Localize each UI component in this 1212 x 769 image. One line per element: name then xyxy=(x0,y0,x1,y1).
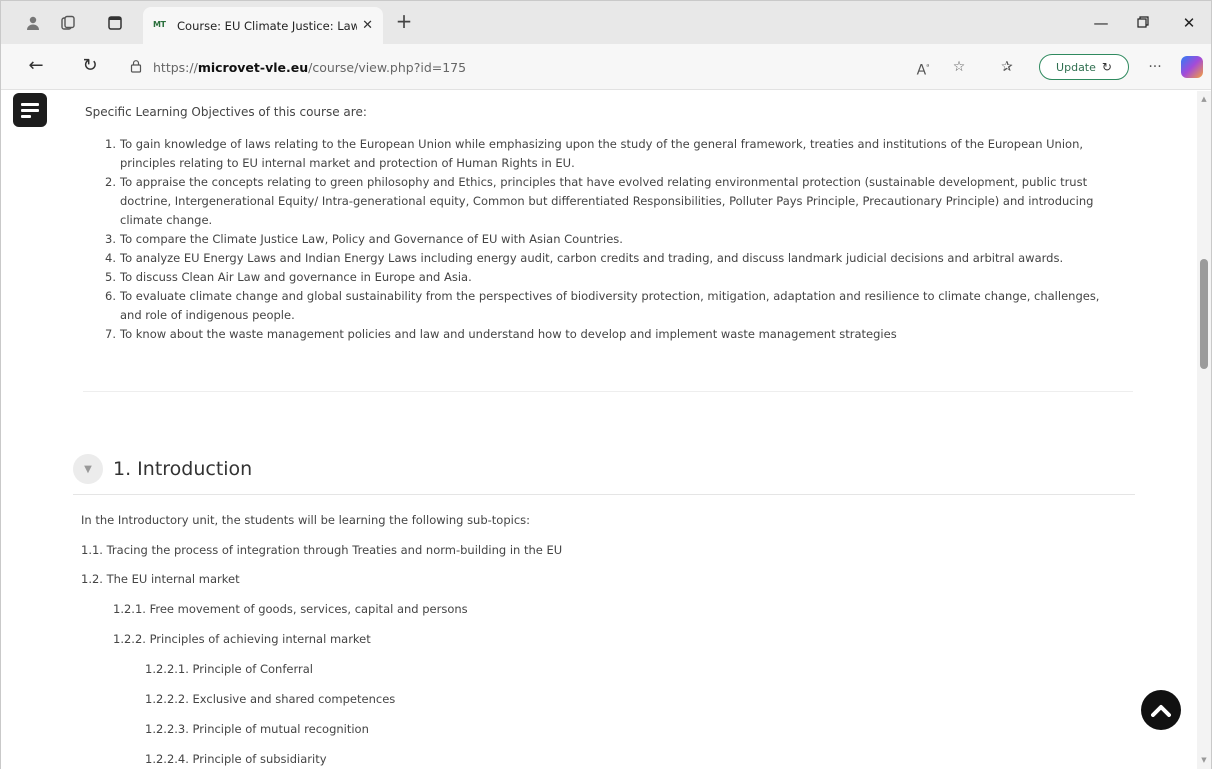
topic-item: 1.2.2. Principles of achieving internal … xyxy=(113,632,371,646)
objectives-list: 1. To gain knowledge of laws relating to … xyxy=(105,135,1120,344)
refresh-button[interactable]: ↻ xyxy=(79,56,101,78)
update-label: Update xyxy=(1056,60,1096,74)
course-index-drawer-button[interactable] xyxy=(13,93,47,127)
section-intro: In the Introductory unit, the students w… xyxy=(81,513,531,527)
scroll-down-icon[interactable]: ▼ xyxy=(1200,756,1208,764)
address-bar-row: ← ↻ https://microvet-vle.eu/course/view.… xyxy=(1,44,1211,90)
section-title[interactable]: 1. Introduction xyxy=(113,458,252,480)
minimize-icon[interactable]: — xyxy=(1091,13,1111,33)
address-bar[interactable]: https://microvet-vle.eu/course/view.php?… xyxy=(121,52,991,82)
tab-favicon-icon: MT xyxy=(153,19,166,29)
objective-number: 7. xyxy=(105,327,116,341)
collapse-chevron-icon[interactable]: ▼ xyxy=(73,454,103,484)
objective-number: 3. xyxy=(105,232,116,246)
topic-item: 1.2.2.2. Exclusive and shared competence… xyxy=(145,692,396,706)
objective-number: 4. xyxy=(105,251,116,265)
browser-window: MT Course: EU Climate Justice: Law, C ✕ … xyxy=(0,0,1212,769)
objective-item: 2. To appraise the concepts relating to g… xyxy=(105,173,1120,230)
objective-number: 6. xyxy=(105,289,116,303)
restore-icon[interactable] xyxy=(1133,13,1153,33)
update-icon: ↻ xyxy=(1101,60,1112,74)
favorite-star-icon[interactable]: ☆ xyxy=(949,57,969,77)
objective-item: 3. To compare the Climate Justice Law, Po… xyxy=(105,230,1120,249)
divider xyxy=(83,391,1133,392)
scroll-thumb[interactable] xyxy=(1200,259,1208,369)
topic-item: 1.2.1. Free movement of goods, services,… xyxy=(113,602,468,616)
objective-item: 4. To analyze EU Energy Laws and Indian E… xyxy=(105,249,1120,268)
tab-bar: MT Course: EU Climate Justice: Law, C ✕ … xyxy=(1,1,1211,44)
objective-text: To appraise the concepts relating to gre… xyxy=(120,175,1094,227)
objective-item: 7. To know about the waste management pol… xyxy=(105,325,1120,344)
profile-icon[interactable] xyxy=(23,13,43,33)
page-content: Specific Learning Objectives of this cou… xyxy=(1,91,1197,769)
objective-text: To compare the Climate Justice Law, Poli… xyxy=(120,232,623,246)
objective-text: To evaluate climate change and global su… xyxy=(120,289,1100,322)
objective-text: To know about the waste management polic… xyxy=(120,327,897,341)
objective-text: To discuss Clean Air Law and governance … xyxy=(120,270,472,284)
objective-item: 6. To evaluate climate change and global … xyxy=(105,287,1120,325)
page-scrollbar[interactable]: ▲ ▼ xyxy=(1197,91,1211,769)
objective-number: 2. xyxy=(105,175,116,189)
objective-item: 1. To gain knowledge of laws relating to … xyxy=(105,135,1120,173)
objectives-intro: Specific Learning Objectives of this cou… xyxy=(85,105,367,119)
copilot-icon[interactable] xyxy=(1181,56,1203,78)
topic-item: 1.1. Tracing the process of integration … xyxy=(81,543,563,557)
tab-title: Course: EU Climate Justice: Law, C xyxy=(177,18,357,33)
site-info-icon[interactable] xyxy=(129,59,145,75)
read-aloud-icon[interactable]: Aᵃ xyxy=(913,57,933,79)
topic-item: 1.2.2.1. Principle of Conferral xyxy=(145,662,313,676)
topic-item: 1.2.2.4. Principle of subsidiarity xyxy=(145,752,327,766)
objective-item: 5. To discuss Clean Air Law and governanc… xyxy=(105,268,1120,287)
objective-number: 1. xyxy=(105,137,116,151)
url-text: https://microvet-vle.eu/course/view.php?… xyxy=(153,59,467,75)
more-menu-icon[interactable]: ··· xyxy=(1145,57,1165,77)
objective-text: To analyze EU Energy Laws and Indian Ene… xyxy=(120,251,1064,265)
update-button[interactable]: Update ↻ xyxy=(1039,54,1129,80)
new-tab-button[interactable]: + xyxy=(393,11,415,33)
scroll-up-icon[interactable]: ▲ xyxy=(1200,95,1208,103)
favorites-icon[interactable]: ✰ xyxy=(997,57,1017,77)
objective-text: To gain knowledge of laws relating to th… xyxy=(120,137,1084,170)
tab-actions-icon[interactable] xyxy=(105,13,125,33)
back-button[interactable]: ← xyxy=(25,56,47,78)
tab-course[interactable]: MT Course: EU Climate Justice: Law, C ✕ xyxy=(143,7,383,44)
topic-item: 1.2. The EU internal market xyxy=(81,572,240,586)
topic-item: 1.2.2.3. Principle of mutual recognition xyxy=(145,722,369,736)
section-header: ▼ 1. Introduction xyxy=(73,454,252,484)
back-to-top-button[interactable] xyxy=(1141,690,1181,730)
tab-close-icon[interactable]: ✕ xyxy=(362,18,373,33)
close-window-icon[interactable]: ✕ xyxy=(1179,13,1199,33)
section-divider xyxy=(73,494,1135,495)
objective-number: 5. xyxy=(105,270,116,284)
workspaces-icon[interactable] xyxy=(58,13,78,33)
